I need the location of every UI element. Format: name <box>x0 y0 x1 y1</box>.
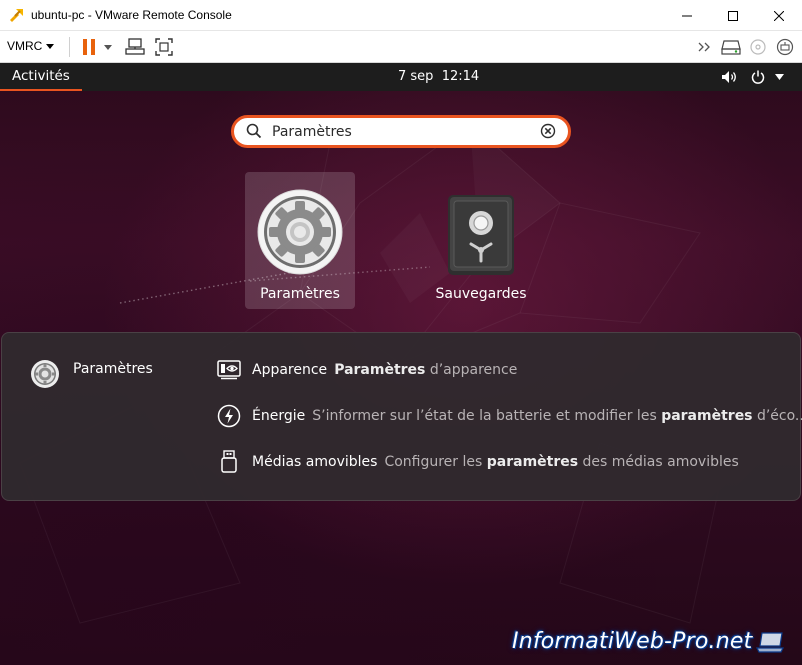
result-description: Paramètres d’apparence <box>334 362 518 378</box>
backup-safe-icon <box>437 188 525 276</box>
clock-date: 7 sep <box>398 69 434 84</box>
hard-disk-icon[interactable] <box>720 37 742 57</box>
toolbar-separator <box>69 37 70 57</box>
vmrc-app-icon <box>8 7 25 24</box>
fullscreen-icon[interactable] <box>153 37 175 57</box>
pause-icon[interactable] <box>80 37 98 57</box>
search-icon <box>246 123 262 143</box>
search-input[interactable] <box>272 122 532 142</box>
clock-time: 12:14 <box>441 69 480 84</box>
result-removable-media[interactable]: Médias amovibles Configurer les paramètr… <box>216 449 739 475</box>
app-result-backups[interactable]: Sauvegardes <box>426 172 536 309</box>
minimize-button[interactable] <box>664 0 710 31</box>
provider-name: Paramètres <box>73 361 153 377</box>
app-label-settings: Paramètres <box>260 286 340 302</box>
clock[interactable]: 7 sep 12:14 <box>398 69 479 84</box>
guest-desktop[interactable]: Activités 7 sep 12:14 Paramètres Paramèt… <box>0 63 802 665</box>
result-power[interactable]: Énergie S’informer sur l’état de la batt… <box>216 403 802 429</box>
watermark: InformatiWeb-Pro.net <box>512 629 786 654</box>
vmrc-menu-label: VMRC <box>7 39 43 53</box>
result-appearance[interactable]: Apparence Paramètres d’apparence <box>216 357 517 383</box>
maximize-button[interactable] <box>710 0 756 31</box>
result-title: Énergie <box>252 408 306 424</box>
power-menu-chevron-icon[interactable] <box>102 37 114 57</box>
network-adapter-icon[interactable] <box>774 37 796 57</box>
app-label-backups: Sauvegardes <box>435 286 527 302</box>
gnome-top-bar: Activités 7 sep 12:14 <box>0 63 802 91</box>
power-icon <box>751 70 765 84</box>
result-description: Configurer les paramètres des médias amo… <box>384 454 739 470</box>
system-menu[interactable] <box>721 63 784 91</box>
clear-search-icon[interactable] <box>540 123 556 143</box>
overview-search-box[interactable] <box>231 115 571 148</box>
cd-rom-icon[interactable] <box>748 37 768 57</box>
window-titlebar: ubuntu-pc - VMware Remote Console <box>0 0 802 31</box>
laptop-logo-icon <box>756 631 786 653</box>
chevron-down-icon <box>46 43 55 49</box>
result-description: S’informer sur l’état de la batterie et … <box>312 408 802 424</box>
watermark-text: InformatiWeb-Pro.net <box>512 629 753 654</box>
result-title: Apparence <box>252 362 328 378</box>
send-ctrl-alt-del-icon[interactable] <box>124 37 146 57</box>
settings-provider-icon[interactable] <box>30 359 60 389</box>
appearance-icon <box>216 357 242 383</box>
search-provider-results: Paramètres Apparence Paramètres d’appare… <box>1 332 802 501</box>
result-title: Médias amovibles <box>252 454 378 470</box>
chevron-down-icon <box>775 74 784 80</box>
vmrc-toolbar: VMRC <box>0 31 802 63</box>
volume-icon <box>721 70 737 84</box>
usb-drive-icon <box>216 449 242 475</box>
chevron-double-right-icon[interactable] <box>695 37 715 57</box>
power-icon <box>216 403 242 429</box>
window-title: ubuntu-pc - VMware Remote Console <box>31 8 232 22</box>
app-result-settings[interactable]: Paramètres <box>245 172 355 309</box>
close-button[interactable] <box>756 0 802 31</box>
vmrc-menu-button[interactable]: VMRC <box>7 39 55 53</box>
activities-button[interactable]: Activités <box>0 63 82 91</box>
settings-gear-icon <box>256 188 344 276</box>
